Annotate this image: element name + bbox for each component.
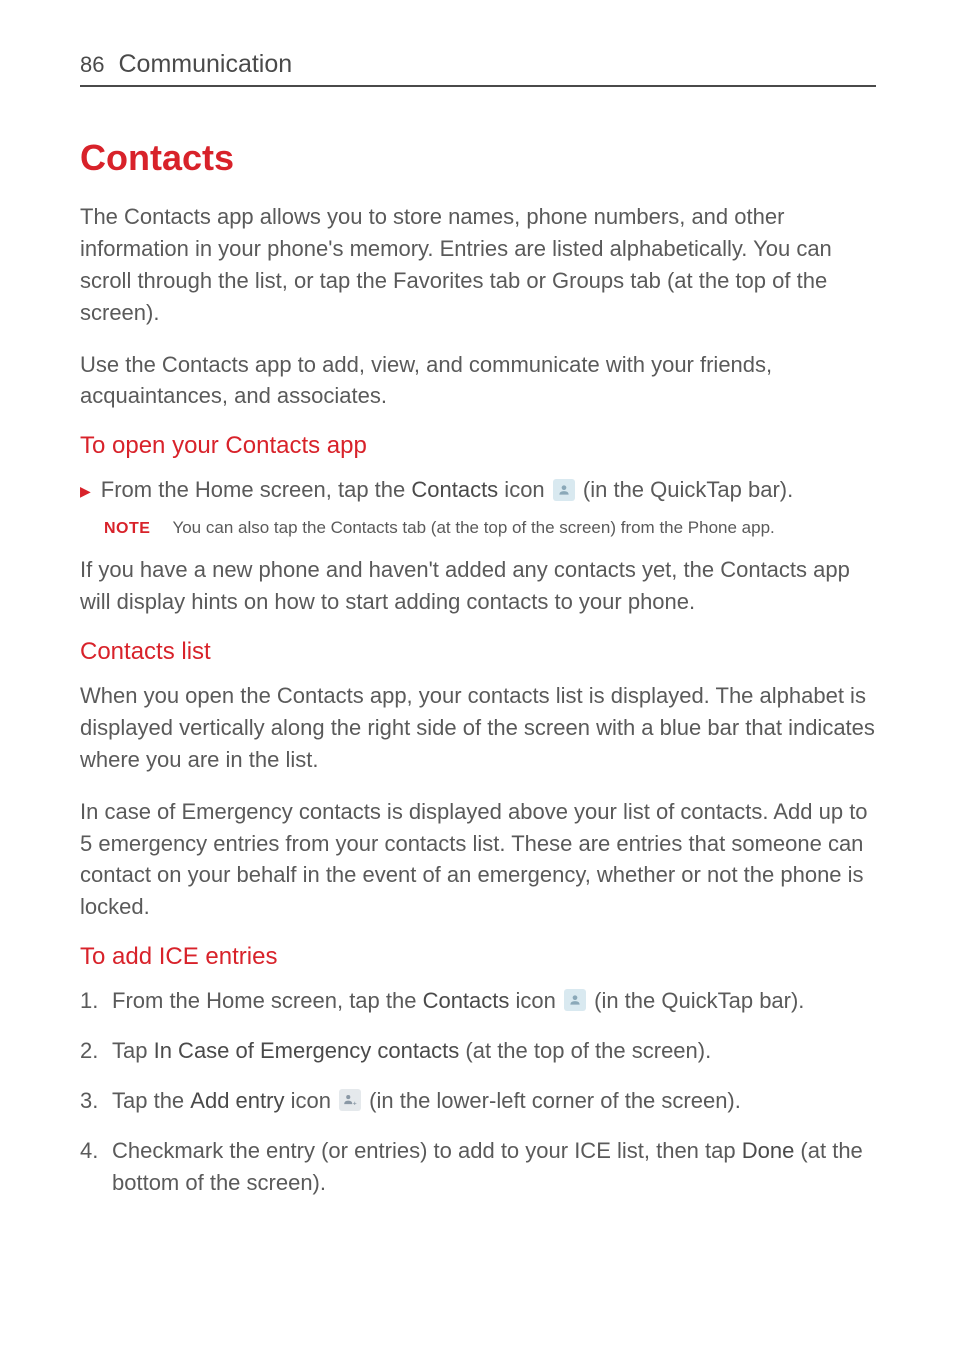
intro-paragraph-2: Use the Contacts app to add, view, and c… — [80, 349, 876, 413]
open-after-paragraph: If you have a new phone and haven't adde… — [80, 554, 876, 618]
page-header: 86 Communication — [80, 50, 876, 87]
contacts-icon — [553, 479, 575, 501]
ice-step-1: From the Home screen, tap the Contacts i… — [80, 985, 876, 1017]
ice-heading: To add ICE entries — [80, 943, 876, 971]
page-number: 86 — [80, 52, 104, 78]
contacts-list-p2: In case of Emergency contacts is display… — [80, 796, 876, 924]
contacts-icon — [564, 989, 586, 1011]
bullet-icon: ▶ — [80, 481, 91, 501]
ice-steps-list: From the Home screen, tap the Contacts i… — [80, 985, 876, 1198]
contacts-list-p1: When you open the Contacts app, your con… — [80, 680, 876, 776]
add-entry-icon: + — [339, 1089, 361, 1111]
ice-step-4: Checkmark the entry (or entries) to add … — [80, 1135, 876, 1199]
ice-step-2: Tap In Case of Emergency contacts (at th… — [80, 1035, 876, 1067]
bullet-text: From the Home screen, tap the Contacts i… — [101, 474, 876, 506]
note-label: NOTE — [104, 520, 150, 538]
contacts-list-heading: Contacts list — [80, 638, 876, 666]
note-block: NOTE You can also tap the Contacts tab (… — [104, 518, 876, 538]
section-title: Communication — [118, 50, 292, 79]
intro-paragraph-1: The Contacts app allows you to store nam… — [80, 201, 876, 329]
open-contacts-heading: To open your Contacts app — [80, 432, 876, 460]
note-text: You can also tap the Contacts tab (at th… — [172, 518, 774, 538]
ice-step-3: Tap the Add entry icon + (in the lower-l… — [80, 1085, 876, 1117]
page-title: Contacts — [80, 137, 876, 179]
open-contacts-bullet: ▶ From the Home screen, tap the Contacts… — [80, 474, 876, 506]
svg-text:+: + — [353, 1100, 357, 1107]
